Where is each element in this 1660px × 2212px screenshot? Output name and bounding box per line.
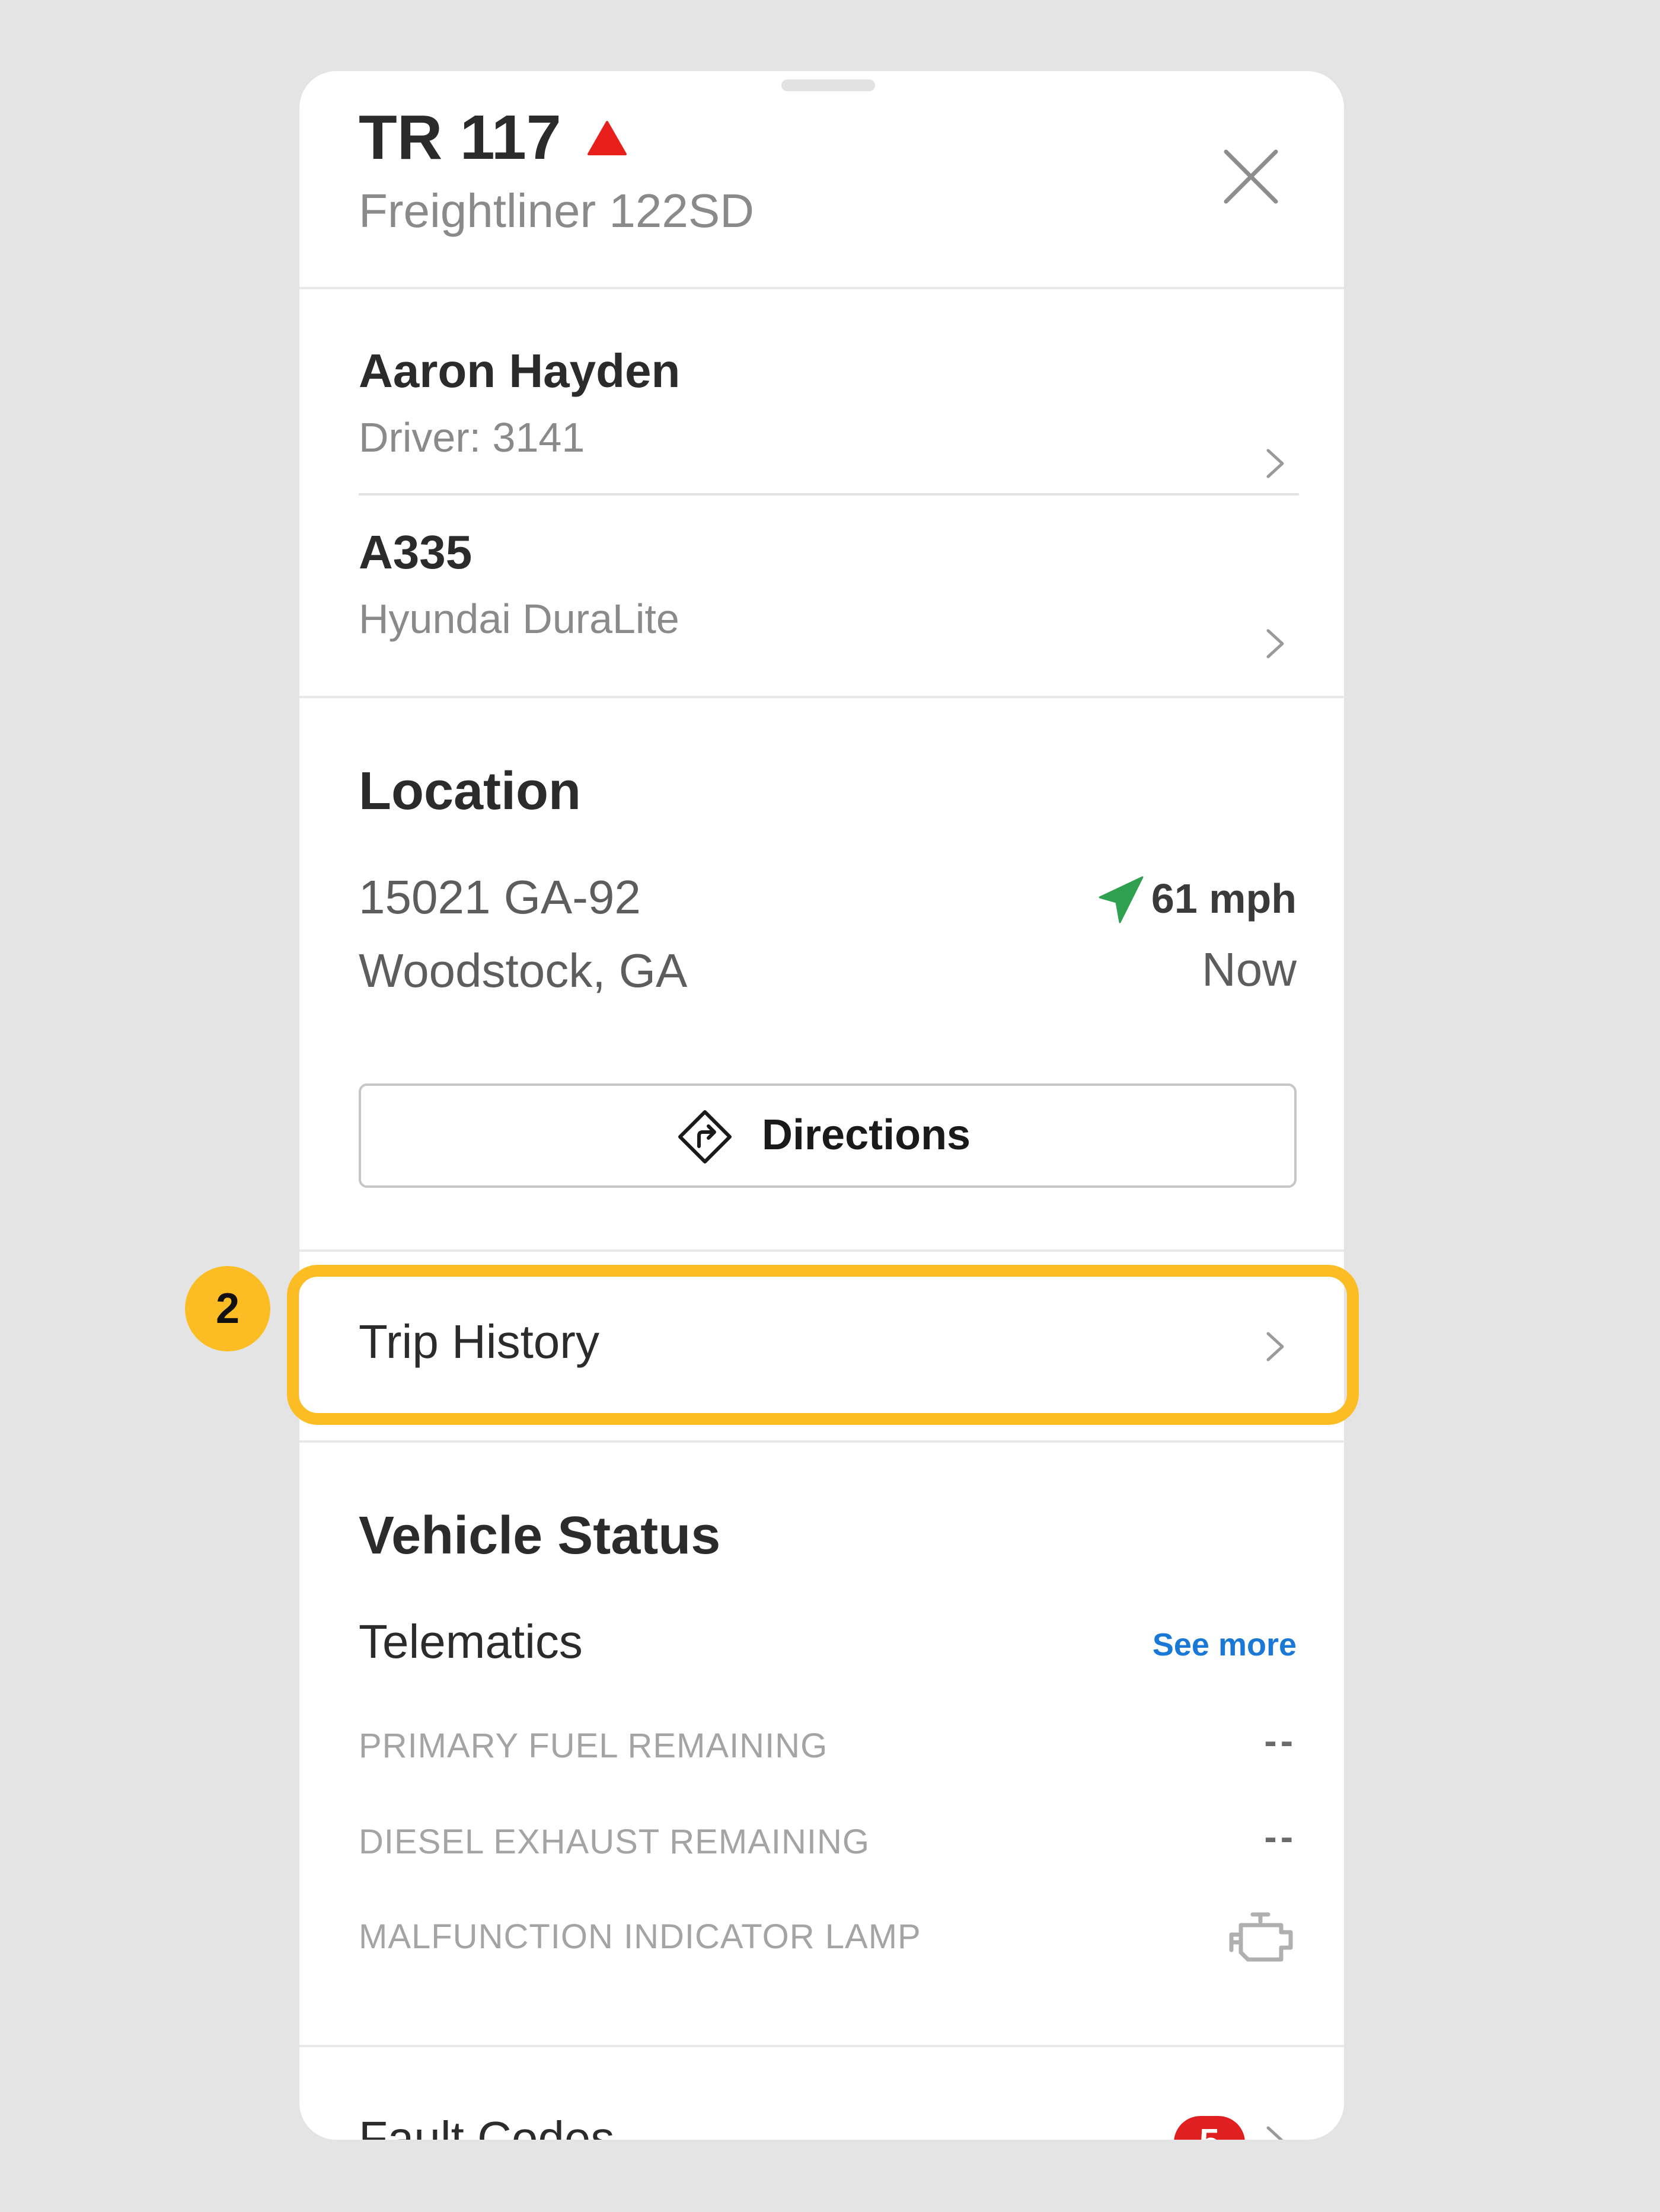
vehicle-status-title: Vehicle Status [359, 1506, 721, 1565]
close-icon[interactable] [1221, 147, 1281, 206]
telematics-label: Telematics [359, 1615, 583, 1668]
trailer-model: Hyundai DuraLite [359, 596, 679, 642]
directions-turn-icon [678, 1110, 732, 1163]
metric-value: -- [1264, 1719, 1297, 1762]
trip-history-highlight [287, 1265, 1359, 1425]
section-divider [299, 1440, 1344, 1443]
warning-triangle-icon [588, 121, 627, 155]
vehicle-model: Freightliner 122SD [359, 184, 754, 237]
fault-codes-label: Fault Codes [359, 2112, 615, 2140]
driver-id: Driver: 3141 [359, 414, 585, 461]
step-number-badge: 2 [185, 1266, 270, 1351]
driver-name: Aaron Hayden [359, 344, 681, 397]
chevron-right-icon [1266, 629, 1284, 659]
location-title: Location [359, 762, 581, 821]
metric-value: -- [1264, 1815, 1297, 1858]
location-time: Now [1201, 943, 1297, 996]
vehicle-name: TR 117 [359, 103, 561, 172]
engine-icon [1229, 1912, 1293, 1962]
see-more-link[interactable]: See more [1153, 1626, 1297, 1663]
drag-handle[interactable] [781, 79, 875, 91]
directions-label: Directions [762, 1111, 971, 1159]
metric-label: MALFUNCTION INDICATOR LAMP [359, 1917, 921, 1956]
section-divider [299, 1249, 1344, 1252]
metric-label: PRIMARY FUEL REMAINING [359, 1727, 828, 1765]
address-line1: 15021 GA-92 [359, 871, 641, 923]
trailer-name: A335 [359, 526, 473, 578]
vehicle-speed: 61 mph [1151, 875, 1297, 922]
chevron-right-icon [1266, 2126, 1284, 2140]
directions-button[interactable]: Directions [359, 1083, 1297, 1188]
metric-label: DIESEL EXHAUST REMAINING [359, 1823, 870, 1861]
vehicle-detail-sheet: TR 117 Freightliner 122SD Aaron Hayden D… [299, 71, 1344, 2140]
chevron-right-icon [1266, 449, 1284, 478]
address-line2: Woodstock, GA [359, 944, 688, 997]
navigation-arrow-icon [1099, 876, 1144, 923]
section-divider [299, 696, 1344, 698]
